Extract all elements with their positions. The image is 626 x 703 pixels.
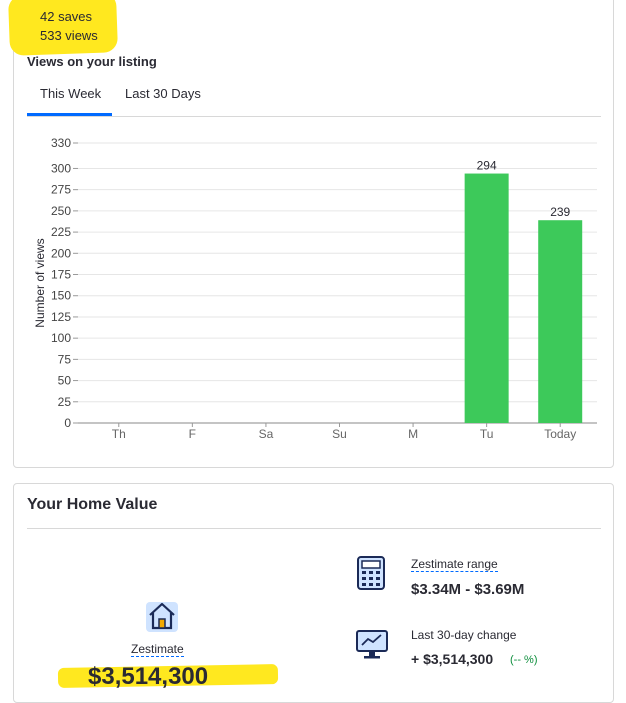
y-axis-label: Number of views — [33, 238, 47, 327]
thirty-day-change-percent: (-- %) — [510, 654, 538, 666]
y-tick-label: 0 — [64, 416, 71, 430]
thirty-day-change-value: + $3,514,300 — [411, 651, 494, 667]
x-tick-label: F — [189, 427, 196, 441]
monitor-chart-icon — [356, 630, 388, 659]
y-tick-label: 175 — [51, 268, 71, 282]
y-tick-label: 250 — [51, 204, 71, 218]
x-tick-label: Sa — [259, 427, 274, 441]
home-value-divider — [27, 528, 601, 529]
calculator-icon — [357, 556, 385, 590]
y-tick-label: 75 — [58, 352, 72, 366]
thirty-day-change-label: Last 30-day change — [411, 628, 517, 642]
views-bar-chart: 0 25 50 75 100 125 150 175 200 225 250 275 300 330 Num… — [33, 136, 597, 441]
x-tick-label: M — [408, 427, 418, 441]
data-label: 294 — [477, 159, 497, 173]
bar — [464, 173, 509, 423]
y-tick-label: 200 — [51, 246, 71, 260]
zestimate-range-label[interactable]: Zestimate range — [411, 557, 498, 572]
y-tick-label: 125 — [51, 310, 71, 324]
y-tick-label: 100 — [51, 331, 71, 345]
zestimate-value: $3,514,300 — [88, 663, 209, 690]
y-tick-label: 300 — [51, 161, 71, 175]
y-tick-label: 25 — [58, 395, 72, 409]
x-tick-label: Tu — [480, 427, 494, 441]
data-label: 239 — [550, 205, 570, 219]
y-tick-label: 50 — [58, 374, 72, 388]
house-icon — [146, 602, 178, 632]
bar — [538, 220, 583, 423]
zestimate-label[interactable]: Zestimate — [131, 642, 184, 657]
x-tick-label: Su — [332, 427, 347, 441]
home-value-title: Your Home Value — [27, 496, 158, 513]
zestimate-range-value: $3.34M - $3.69M — [411, 581, 525, 598]
y-tick-label: 330 — [51, 136, 71, 150]
y-tick-label: 225 — [51, 225, 71, 239]
y-tick-label: 150 — [51, 289, 71, 303]
x-tick-label: Th — [112, 427, 126, 441]
y-tick-label: 275 — [51, 183, 71, 197]
x-tick-label: Today — [544, 427, 576, 441]
